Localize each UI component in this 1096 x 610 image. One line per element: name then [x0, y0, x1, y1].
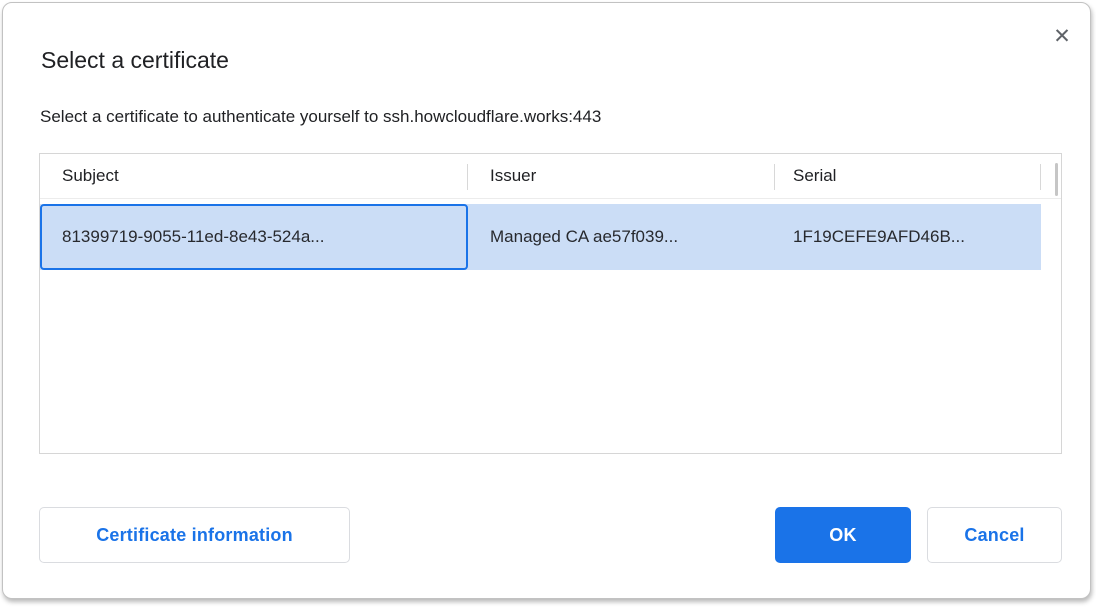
close-icon[interactable]: ✕ — [1047, 21, 1077, 51]
certificate-information-button[interactable]: Certificate information — [39, 507, 350, 563]
table-row[interactable]: 81399719-9055-11ed-8e43-524a... Managed … — [40, 204, 1041, 270]
cell-serial: 1F19CEFE9AFD46B... — [775, 227, 1041, 247]
cell-subject[interactable]: 81399719-9055-11ed-8e43-524a... — [40, 204, 468, 270]
dialog-subtitle: Select a certificate to authenticate you… — [40, 107, 601, 127]
scrollbar-thumb[interactable] — [1055, 163, 1058, 196]
page-title: Select a certificate — [41, 47, 229, 74]
select-certificate-dialog: ✕ Select a certificate Select a certific… — [2, 2, 1091, 599]
table-header-row: Subject Issuer Serial — [40, 154, 1061, 199]
column-header-issuer: Issuer — [468, 154, 775, 198]
cell-issuer: Managed CA ae57f039... — [468, 227, 775, 247]
ok-button[interactable]: OK — [775, 507, 911, 563]
column-header-subject: Subject — [40, 154, 468, 198]
column-header-serial: Serial — [775, 154, 1041, 198]
scrollbar-gutter — [1041, 154, 1061, 198]
cancel-button[interactable]: Cancel — [927, 507, 1062, 563]
certificate-table: Subject Issuer Serial 81399719-9055-11ed… — [39, 153, 1062, 454]
